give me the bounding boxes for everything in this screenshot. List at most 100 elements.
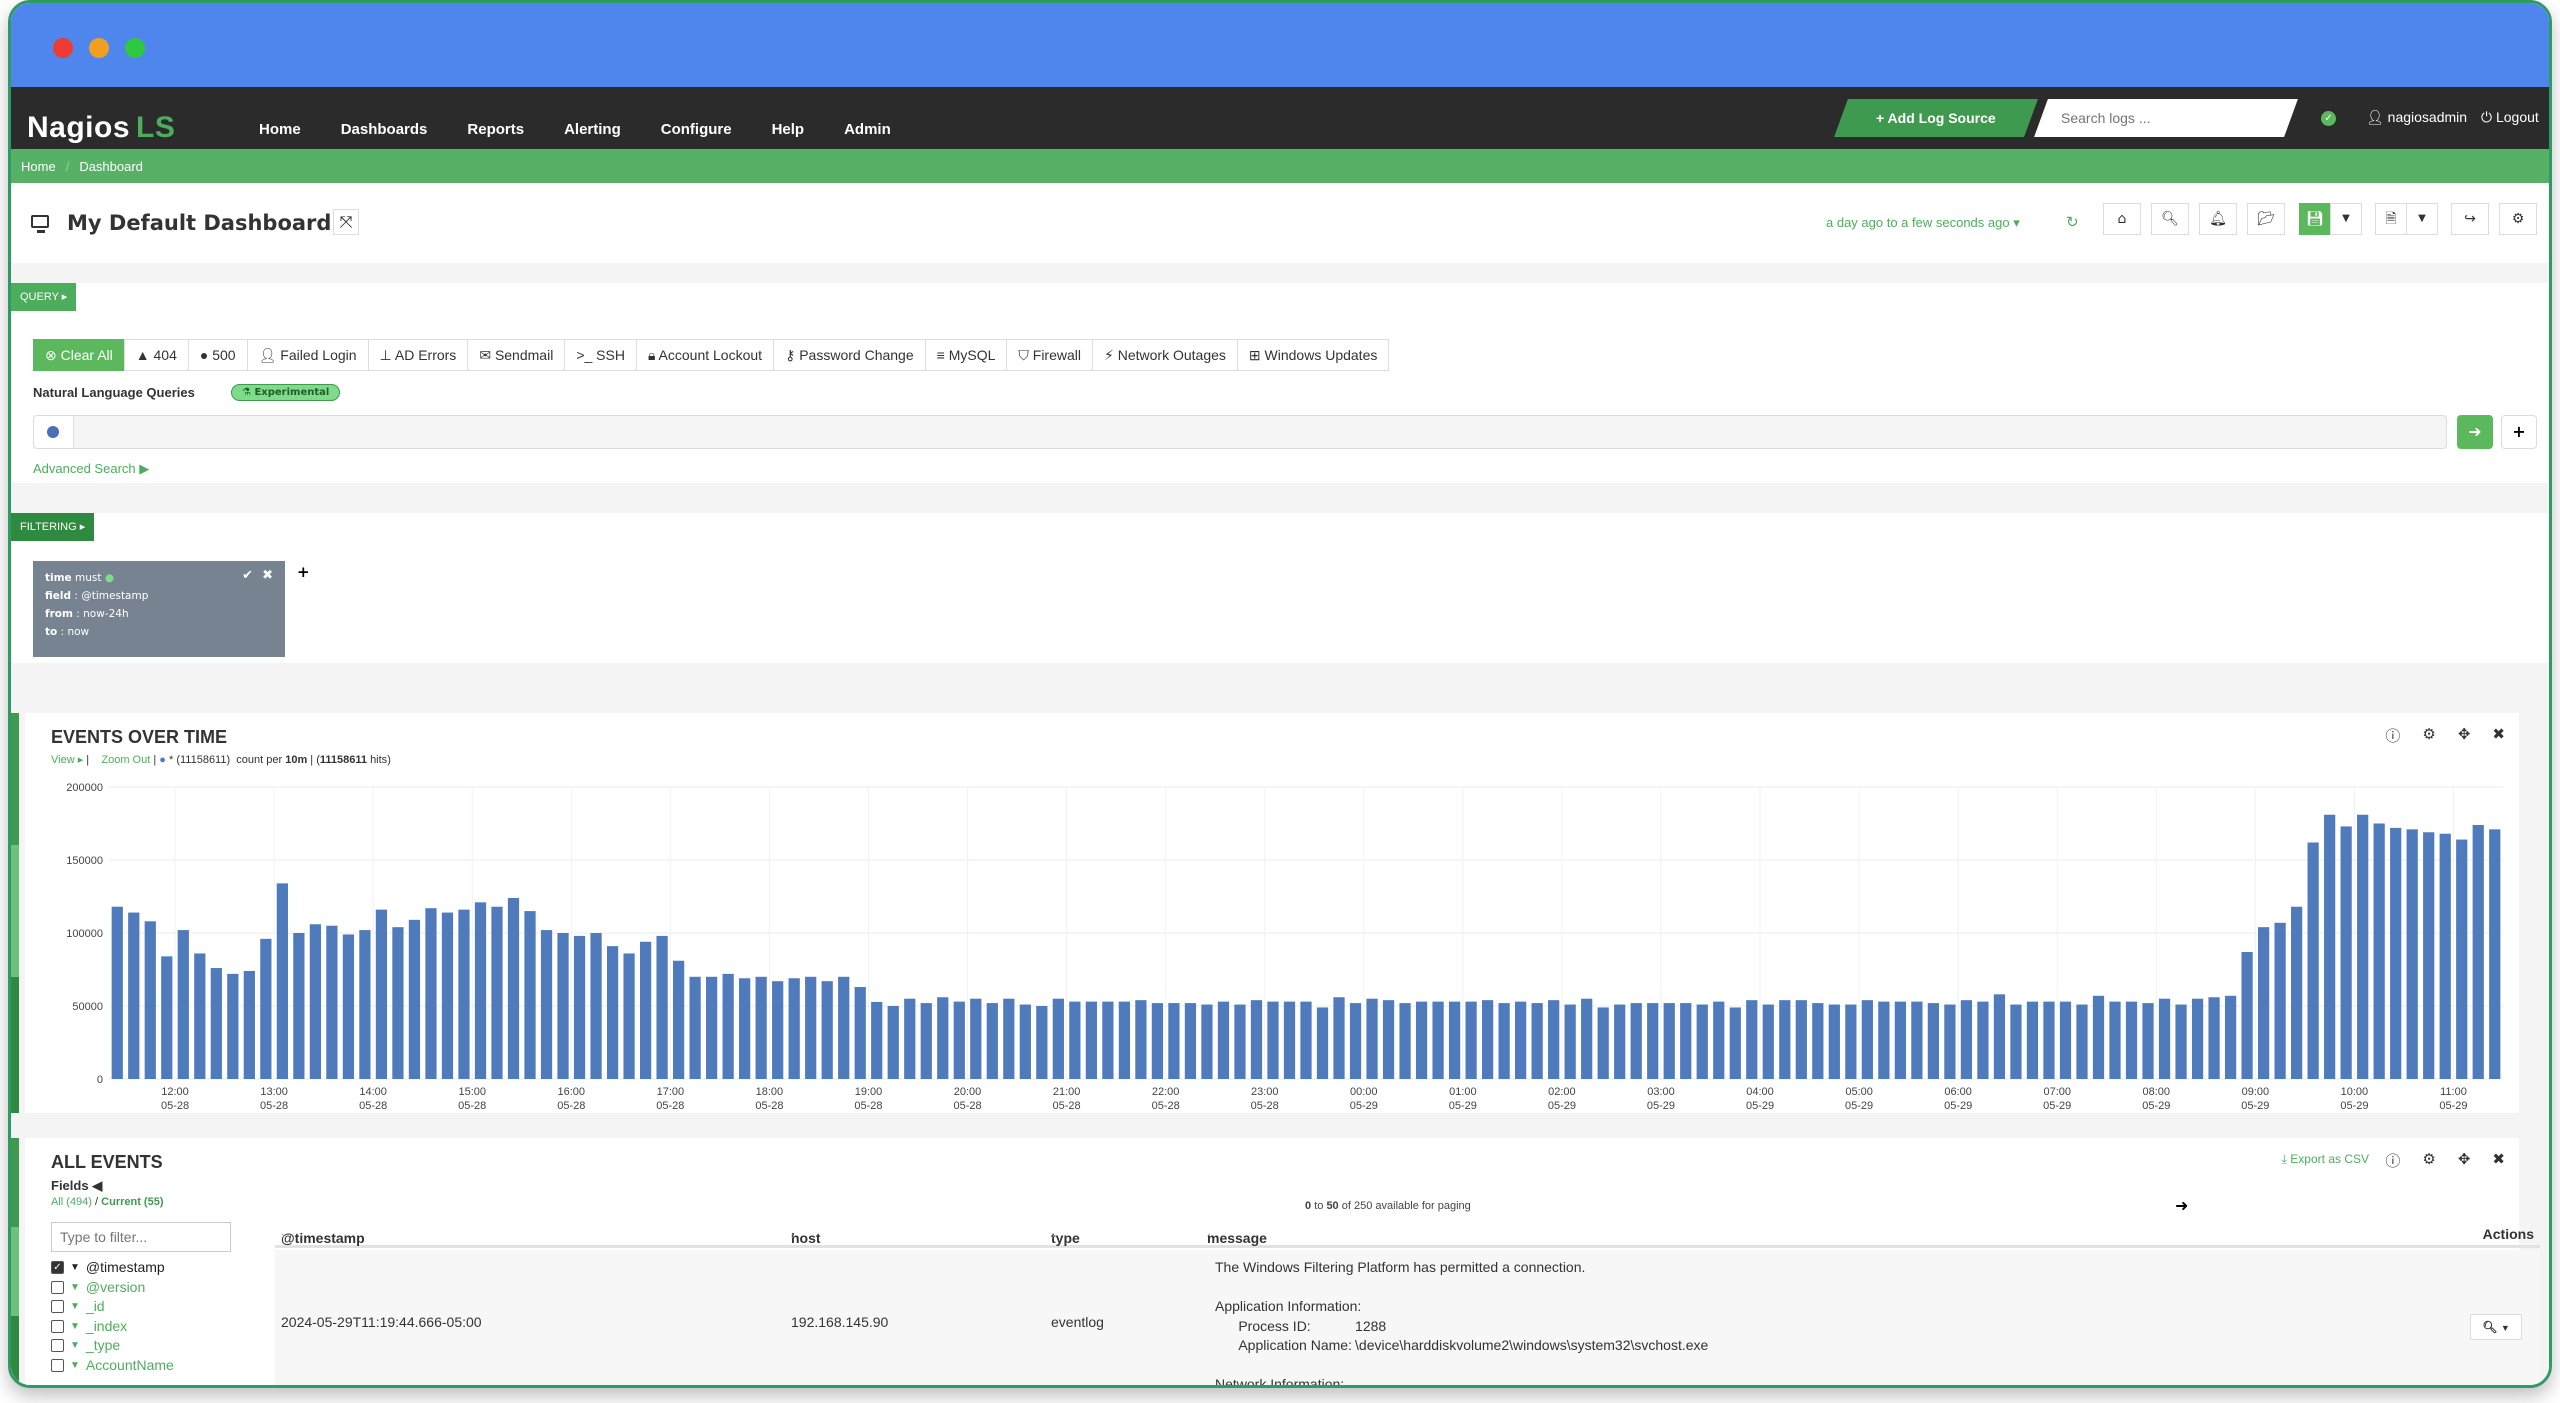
events-bar-chart[interactable]: 0 50000 100000 150000 200000 12:00 05-28 13:00 0… — [25, 769, 2525, 1119]
move-right-icon[interactable]: › — [281, 1230, 285, 1242]
collapse-fields-icon[interactable]: ◀ — [92, 1178, 102, 1193]
chart-bar[interactable] — [689, 976, 701, 1079]
query-sendmail-button[interactable]: ✉ Sendmail — [467, 339, 566, 371]
field-item[interactable]: ▼ AccountName — [51, 1356, 174, 1376]
nav-dashboards[interactable]: Dashboards — [341, 121, 428, 138]
status-ok-icon[interactable]: ✓ — [2321, 111, 2336, 126]
query-ssh-button[interactable]: >_ SSH — [564, 339, 637, 371]
chart-bar[interactable] — [755, 976, 767, 1079]
chart-bar[interactable] — [309, 924, 321, 1079]
chart-bar[interactable] — [375, 909, 388, 1079]
zoom-out-link[interactable]: Zoom Out — [101, 754, 150, 766]
field-item[interactable]: ▼ _type — [51, 1336, 174, 1356]
chart-bar[interactable] — [2158, 998, 2171, 1079]
chart-bar[interactable] — [854, 987, 866, 1079]
chart-bar[interactable] — [2439, 833, 2451, 1079]
field-checkbox[interactable] — [51, 1358, 64, 1372]
run-query-button[interactable]: ➜ — [2457, 415, 2493, 449]
chart-bar[interactable] — [2390, 827, 2402, 1079]
query-color-picker[interactable] — [34, 416, 74, 448]
chart-bar[interactable] — [243, 970, 255, 1079]
field-name[interactable]: _id — [86, 1297, 105, 1317]
all-fields-link[interactable]: All (494) — [51, 1196, 92, 1208]
chart-bar[interactable] — [1861, 1000, 1873, 1079]
chart-bar[interactable] — [1746, 1000, 1758, 1079]
chart-bar[interactable] — [2142, 1003, 2154, 1079]
chart-bar[interactable] — [1630, 1003, 1642, 1079]
chart-bar[interactable] — [2208, 997, 2220, 1079]
nav-home[interactable]: Home — [259, 121, 301, 138]
chart-bar[interactable] — [623, 953, 635, 1079]
chart-bar[interactable] — [1102, 1001, 1114, 1079]
chart-bar[interactable] — [1415, 1001, 1428, 1079]
chart-bar[interactable] — [1118, 1001, 1130, 1079]
clear-all-button[interactable]: ⊗ Clear All — [33, 339, 125, 371]
nav-configure[interactable]: Configure — [661, 121, 732, 138]
export-button[interactable]: 🗎 — [2375, 203, 2407, 235]
chart-bar[interactable] — [1465, 1001, 1477, 1079]
chart-bar[interactable] — [2489, 829, 2501, 1079]
field-checkbox[interactable] — [51, 1319, 64, 1333]
filter-funnel-icon[interactable]: ▼ — [70, 1336, 80, 1356]
window-close-button[interactable] — [53, 38, 73, 58]
chart-bar[interactable] — [1564, 1004, 1576, 1079]
chart-bar[interactable] — [722, 973, 734, 1079]
chart-bar[interactable] — [821, 981, 833, 1079]
chart-bar[interactable] — [1614, 1004, 1626, 1079]
view-menu[interactable]: View ▸ — [51, 754, 83, 766]
field-name[interactable]: _index — [86, 1317, 127, 1337]
filter-funnel-icon[interactable]: ▼ — [70, 1258, 80, 1278]
share-button[interactable]: ↪ — [2451, 203, 2489, 235]
table-row[interactable]: 2024-05-29T11:19:44.666-05:00 192.168.14… — [275, 1250, 2540, 1385]
chart-bar[interactable] — [1795, 1000, 1807, 1079]
chart-bar[interactable] — [491, 906, 503, 1079]
chart-bar[interactable] — [1003, 998, 1015, 1079]
query-account-lockout-button[interactable]: 🔒︎ Account Lockout — [635, 339, 775, 371]
chart-bar[interactable] — [1977, 1001, 1989, 1079]
filter-funnel-icon[interactable]: ▼ — [70, 1278, 80, 1298]
chart-bar[interactable] — [1779, 1000, 1791, 1079]
close-icon[interactable]: ✖ — [2492, 1150, 2505, 1171]
chart-bar[interactable] — [1448, 1001, 1461, 1079]
chart-bar[interactable] — [904, 998, 916, 1079]
chart-bar[interactable] — [871, 1001, 883, 1079]
window-maximize-button[interactable] — [125, 38, 145, 58]
chart-bar[interactable] — [772, 981, 784, 1079]
chart-bar[interactable] — [1911, 1001, 1923, 1079]
chart-bar[interactable] — [1696, 1004, 1708, 1079]
info-icon[interactable]: ⓘ — [2385, 725, 2400, 746]
field-item[interactable]: ▼ @version — [51, 1278, 174, 1298]
chart-bar[interactable] — [1647, 1003, 1659, 1079]
chart-bar[interactable] — [1366, 998, 1378, 1079]
chart-bar[interactable] — [2076, 1004, 2088, 1079]
chart-bar[interactable] — [1085, 1001, 1097, 1079]
chart-bar[interactable] — [2291, 906, 2303, 1079]
chart-bar[interactable] — [1960, 1000, 1973, 1079]
chart-bar[interactable] — [1482, 1000, 1494, 1079]
chart-bar[interactable] — [1944, 1004, 1956, 1079]
move-icon[interactable]: ✥ — [2458, 725, 2471, 746]
chart-bar[interactable] — [128, 912, 140, 1079]
chart-bar[interactable] — [1845, 1004, 1857, 1079]
add-query-button[interactable]: + — [2501, 415, 2537, 449]
chart-bar[interactable] — [1548, 1000, 1560, 1079]
chart-bar[interactable] — [1184, 1003, 1197, 1079]
chart-bar[interactable] — [1927, 1003, 1940, 1079]
chart-bar[interactable] — [590, 933, 602, 1079]
logout-link[interactable]: ⏻ Logout — [2481, 109, 2539, 126]
chart-bar[interactable] — [1812, 1003, 1824, 1079]
chart-bar[interactable] — [425, 908, 437, 1079]
chart-bar[interactable] — [953, 1001, 965, 1079]
chart-bar[interactable] — [656, 935, 668, 1079]
fullscreen-button[interactable]: ⤧ — [333, 209, 359, 235]
chart-bar[interactable] — [557, 933, 569, 1079]
chart-bar[interactable] — [970, 998, 982, 1079]
query-input[interactable] — [76, 416, 2436, 448]
chart-bar[interactable] — [1217, 1001, 1230, 1079]
chart-bar[interactable] — [838, 976, 850, 1079]
chart-bar[interactable] — [1151, 1003, 1164, 1079]
nav-admin[interactable]: Admin — [844, 121, 891, 138]
check-icon[interactable]: ✔ — [242, 568, 253, 583]
time-range-picker[interactable]: a day ago to a few seconds ago ▾ — [1826, 215, 2020, 231]
field-checkbox[interactable]: ✓ — [51, 1261, 64, 1275]
